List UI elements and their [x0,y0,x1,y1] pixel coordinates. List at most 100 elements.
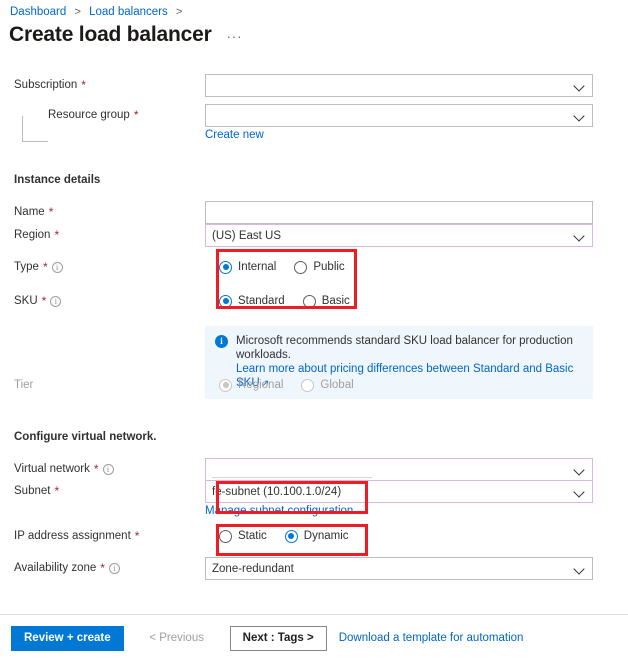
virtual-network-control [205,458,628,481]
more-options-button[interactable]: ··· [224,29,246,45]
region-value: (US) East US [212,229,282,242]
tier-option-global-label: Global [320,379,354,391]
virtual-network-select[interactable] [205,458,593,481]
form-body: Subscription * Resource group * Create n… [0,74,628,587]
ip-assignment-label: IP address assignment * [0,525,205,547]
subnet-select[interactable]: fe-subnet (10.100.1.0/24) [205,480,593,503]
hierarchy-connector-line [22,116,48,142]
sku-label-text: SKU [14,295,38,307]
required-asterisk: * [134,529,140,543]
radio-indicator [302,294,316,308]
availability-zone-select[interactable]: Zone-redundant [205,557,593,580]
ip-assignment-radio-static[interactable]: Static [219,529,267,543]
subscription-label: Subscription * [0,74,205,96]
info-icon[interactable] [108,562,120,574]
region-select[interactable]: (US) East US [205,224,593,247]
region-control: (US) East US [205,224,628,247]
sku-info-banner-row: Microsoft recommends standard SKU load b… [0,320,628,399]
sku-control: Standard Basic [205,290,628,312]
required-asterisk: * [93,462,99,476]
radio-indicator-selected [219,260,232,274]
tier-label-text: Tier [14,379,34,391]
sku-radio-basic[interactable]: Basic [302,294,350,308]
availability-zone-value: Zone-redundant [212,562,294,575]
name-control [205,201,628,224]
required-asterisk: * [48,205,54,219]
section-heading-instance-details: Instance details [14,174,101,186]
field-row-region: Region * (US) East US [0,224,628,256]
review-create-button[interactable]: Review + create [11,625,124,651]
radio-indicator-selected [219,294,232,308]
resource-group-label-text: Resource group [48,109,130,121]
required-asterisk: * [81,78,86,92]
sku-option-standard-label: Standard [238,295,285,307]
ip-assignment-radio-group: Static Dynamic [219,525,610,547]
tier-label: Tier [0,374,205,396]
field-row-name: Name * [0,188,628,224]
resource-group-control: Create new [205,104,628,141]
subscription-label-text: Subscription [14,79,78,91]
required-asterisk: * [54,228,60,242]
type-control: Internal Public [205,256,628,278]
breadcrumb-separator: > [74,6,81,18]
radio-indicator [219,529,232,543]
ip-assignment-option-static-label: Static [238,530,267,542]
subscription-select[interactable] [205,74,593,97]
type-label: Type * [0,256,205,278]
radio-indicator [294,260,308,274]
info-icon[interactable] [50,295,62,307]
manage-subnet-configuration-link[interactable]: Manage subnet configuration [205,505,353,517]
field-row-type: Type * Internal Public [0,256,628,290]
chevron-down-icon [574,110,586,122]
field-row-subnet: Subnet * fe-subnet (10.100.1.0/24) Manag… [0,480,628,525]
tier-radio-regional: Regional [219,378,283,392]
tier-radio-group: Regional Global [219,374,610,396]
name-label: Name * [0,201,205,223]
chevron-down-icon [574,563,586,575]
required-asterisk: * [41,294,47,308]
chevron-down-icon [574,464,586,476]
type-option-public-label: Public [313,261,345,273]
field-row-virtual-network: Virtual network * [0,445,628,481]
download-template-link[interactable]: Download a template for automation [339,632,524,644]
redacted-value-underline [212,477,372,478]
breadcrumb-item-dashboard[interactable]: Dashboard [10,6,66,18]
footer-action-bar: Review + create < Previous Next : Tags >… [0,615,628,661]
title-row: Create load balancer ··· [9,22,246,48]
name-input[interactable] [205,201,593,224]
field-row-ip-assignment: IP address assignment * Static Dynamic [0,525,628,557]
resource-group-select[interactable] [205,104,593,127]
clipped-top-text: - [14,58,214,63]
virtual-network-label: Virtual network * [0,458,205,480]
field-row-subscription: Subscription * [0,74,628,104]
sku-label: SKU * [0,290,205,312]
sku-radio-group: Standard Basic [219,290,610,312]
type-radio-internal[interactable]: Internal [219,260,276,274]
sku-option-basic-label: Basic [321,295,350,307]
previous-button: < Previous [133,625,220,651]
availability-zone-label: Availability zone * [0,557,205,579]
breadcrumb-item-load-balancers[interactable]: Load balancers [89,6,168,18]
breadcrumb: Dashboard > Load balancers > [10,5,187,19]
field-row-resource-group: Resource group * Create new [0,104,628,149]
chevron-down-icon [574,486,586,498]
info-icon [215,335,228,348]
next-tags-button[interactable]: Next : Tags > [229,625,327,651]
breadcrumb-separator-2: > [175,6,183,18]
create-new-resource-group-link[interactable]: Create new [205,129,264,141]
tier-radio-global: Global [301,378,354,392]
section-heading-virtual-network: Configure virtual network. [14,431,157,443]
type-radio-group: Internal Public [219,256,610,278]
radio-indicator-disabled [301,378,315,392]
info-icon[interactable] [51,261,63,273]
page-title: Create load balancer [9,23,212,46]
sku-radio-standard[interactable]: Standard [219,294,285,308]
name-label-text: Name [14,206,45,218]
type-label-text: Type [14,261,39,273]
region-label: Region * [0,224,205,246]
ip-assignment-radio-dynamic[interactable]: Dynamic [284,529,349,543]
radio-indicator-selected [284,529,298,543]
type-radio-public[interactable]: Public [294,260,345,274]
subscription-control [205,74,628,97]
info-icon[interactable] [102,463,114,475]
